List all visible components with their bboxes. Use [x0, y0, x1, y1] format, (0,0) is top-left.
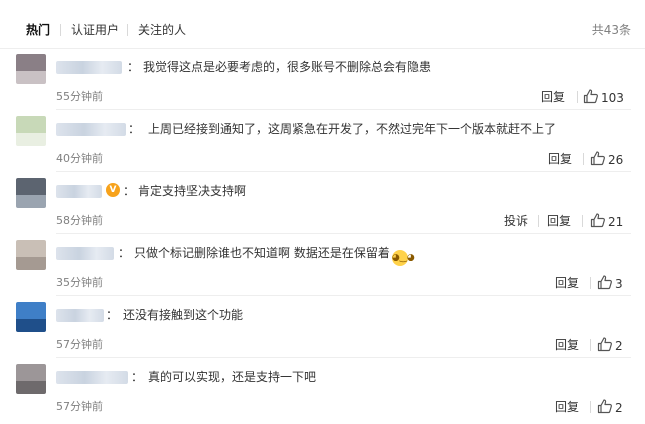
- report-button[interactable]: 投诉: [504, 214, 528, 228]
- thumbs-up-icon: [597, 337, 612, 352]
- username-blurred[interactable]: [56, 123, 126, 136]
- action-divider: [590, 401, 591, 413]
- comment-filter-bar: 热门 认证用户 关注的人 共43条: [0, 0, 645, 49]
- comment-time: 40分钟前: [56, 152, 103, 165]
- comment-text: 肯定支持坚决支持啊: [138, 184, 247, 198]
- username-blurred[interactable]: [56, 61, 122, 74]
- username-colon: ：: [128, 122, 141, 136]
- thumbs-up-icon: [597, 275, 612, 290]
- reply-button[interactable]: 回复: [547, 214, 571, 228]
- face-with-tears-of-joy-icon: ◕‿◕: [391, 250, 415, 266]
- username-blurred[interactable]: [56, 309, 104, 322]
- reply-button[interactable]: 回复: [555, 338, 579, 352]
- tab-following[interactable]: 关注的人: [138, 22, 186, 38]
- reply-button[interactable]: 回复: [555, 276, 579, 290]
- tab-hot[interactable]: 热门: [26, 22, 50, 38]
- reply-button[interactable]: 回复: [541, 90, 565, 104]
- thumbs-up-icon: [590, 213, 605, 228]
- comment-time: 57分钟前: [56, 400, 103, 413]
- comment-item: ： 上周已经接到通知了，这周紧急在开发了，不然过完年下一个版本就赶不上了 40分…: [0, 110, 645, 172]
- comment-text: 只做个标记删除谁也不知道啊 数据还是在保留着 ◕‿◕: [134, 245, 415, 266]
- action-divider: [590, 277, 591, 289]
- username-colon: ：: [127, 60, 140, 74]
- comment-item: V ： 肯定支持坚决支持啊 58分钟前 投诉 回复 21: [0, 172, 645, 234]
- verified-badge-icon: V: [106, 183, 120, 197]
- comment-item: ： 只做个标记删除谁也不知道啊 数据还是在保留着 ◕‿◕ 35分钟前 回复 3: [0, 234, 645, 296]
- comment-text: 我觉得这点是必要考虑的，很多账号不删除总会有隐患: [143, 60, 432, 74]
- tab-divider: [127, 24, 128, 36]
- reply-button[interactable]: 回复: [548, 152, 572, 166]
- avatar[interactable]: [16, 364, 46, 394]
- thumbs-up-icon: [590, 151, 605, 166]
- action-divider: [590, 339, 591, 351]
- comment-item: ： 我觉得这点是必要考虑的，很多账号不删除总会有隐患 55分钟前 回复 103: [0, 48, 645, 110]
- username-colon: ：: [123, 184, 136, 198]
- action-divider: [577, 91, 578, 103]
- action-divider: [538, 215, 539, 227]
- avatar[interactable]: [16, 302, 46, 332]
- action-divider: [583, 153, 584, 165]
- like-count: 2: [615, 339, 623, 353]
- reply-button[interactable]: 回复: [555, 400, 579, 414]
- thumbs-up-icon: [597, 399, 612, 414]
- avatar[interactable]: [16, 54, 46, 84]
- username-colon: ：: [118, 246, 131, 260]
- username-colon: ：: [106, 308, 119, 322]
- like-count: 26: [608, 153, 624, 167]
- comment-text: 上周已经接到通知了，这周紧急在开发了，不然过完年下一个版本就赶不上了: [148, 122, 557, 136]
- action-divider: [582, 215, 583, 227]
- comment-total-count: 共43条: [591, 23, 631, 37]
- comment-time: 57分钟前: [56, 338, 103, 351]
- username-blurred[interactable]: [56, 247, 114, 260]
- like-count: 103: [601, 91, 624, 105]
- username-blurred[interactable]: [56, 371, 128, 384]
- tab-divider: [60, 24, 61, 36]
- like-count: 2: [615, 401, 623, 415]
- avatar[interactable]: [16, 240, 46, 270]
- comment-text: 还没有接触到这个功能: [123, 308, 244, 322]
- thumbs-up-icon: [583, 89, 598, 104]
- comment-item: ： 还没有接触到这个功能 57分钟前 回复 2: [0, 296, 645, 358]
- comment-time: 58分钟前: [56, 214, 103, 227]
- like-count: 21: [608, 215, 624, 229]
- username-blurred[interactable]: [56, 185, 102, 198]
- comment-time: 35分钟前: [56, 276, 103, 289]
- like-count: 3: [615, 277, 623, 291]
- comment-item: ： 真的可以实现，还是支持一下吧 57分钟前 回复 2: [0, 358, 645, 420]
- username-colon: ：: [131, 370, 144, 384]
- avatar[interactable]: [16, 116, 46, 146]
- tab-verified-users[interactable]: 认证用户: [71, 22, 119, 38]
- comment-time: 55分钟前: [56, 90, 103, 103]
- comment-text: 真的可以实现，还是支持一下吧: [148, 370, 317, 384]
- avatar[interactable]: [16, 178, 46, 208]
